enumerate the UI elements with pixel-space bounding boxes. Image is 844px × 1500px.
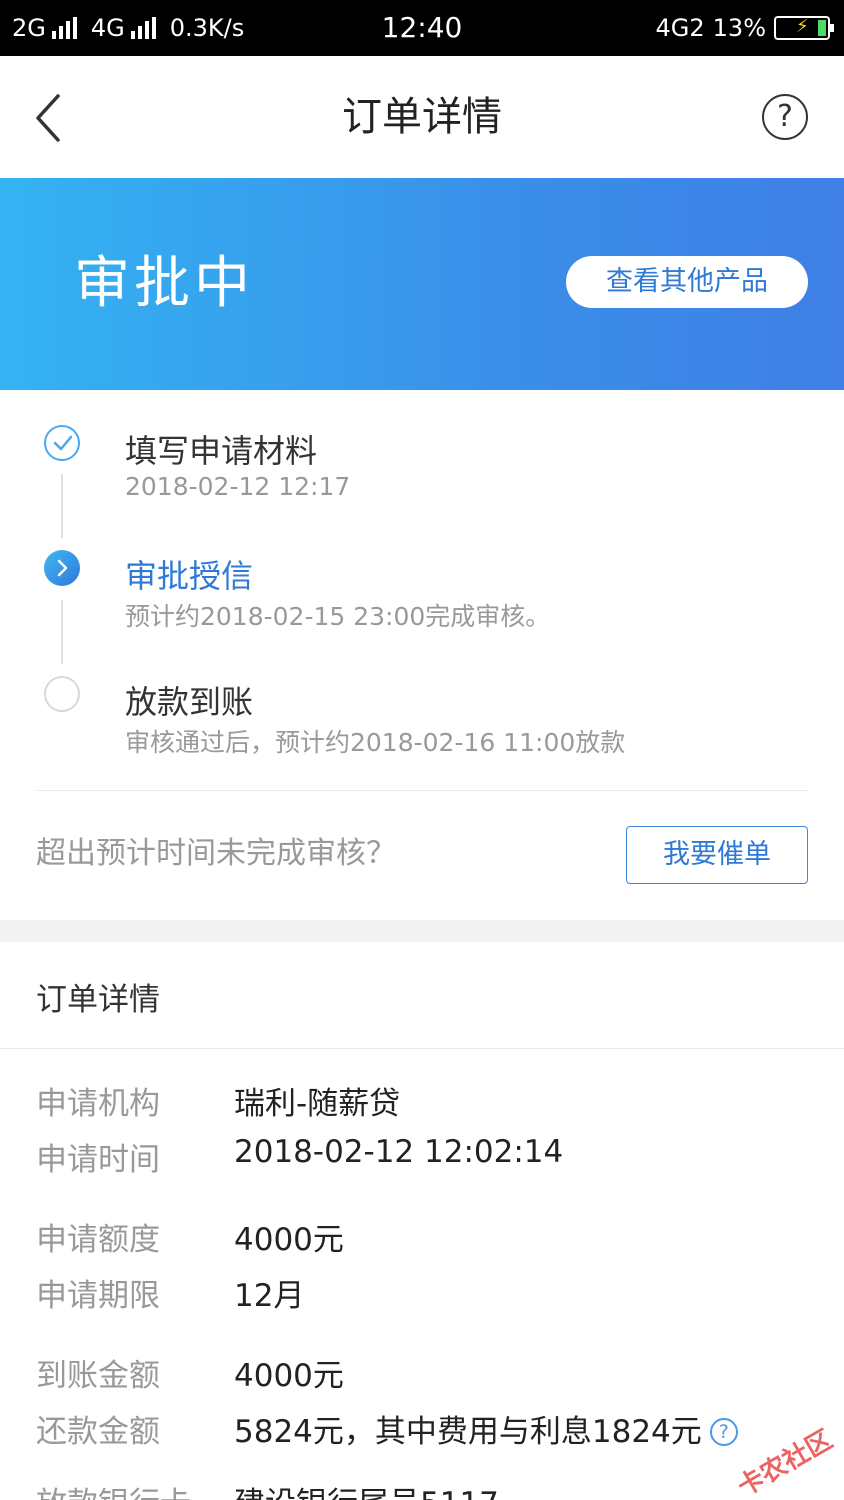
detail-row-apply-time: 申请时间 2018-02-12 12:02:14 [0, 1134, 844, 1178]
step-subtitle: 2018-02-12 12:17 [125, 472, 351, 501]
detail-row-term: 申请期限 12月 [0, 1270, 844, 1314]
step-connector [61, 474, 63, 538]
order-details: 订单详情 申请机构 瑞利-随薪贷 申请时间 2018-02-12 12:02:1… [0, 942, 844, 1500]
detail-label: 还款金额 [36, 1414, 160, 1450]
step-subtitle: 预计约2018-02-15 23:00完成审核。 [125, 602, 551, 631]
divider [36, 790, 808, 791]
status-bar: 2G 4G 0.3K/s 12:40 4G2 13% ⚡ [0, 0, 844, 56]
step-title: 放款到账 [125, 683, 254, 721]
detail-value: 2018-02-12 12:02:14 [234, 1134, 564, 1170]
detail-row-amount: 申请额度 4000元 [0, 1214, 844, 1258]
order-status: 审批中 [74, 251, 254, 316]
step-title: 填写申请材料 [125, 432, 318, 470]
section-title: 订单详情 [36, 982, 160, 1018]
detail-row-institution: 申请机构 瑞利-随薪贷 [0, 1078, 844, 1122]
page-title: 订单详情 [342, 94, 502, 140]
overdue-question: 超出预计时间未完成审核？ [36, 836, 396, 871]
detail-label: 放款银行卡 [36, 1478, 191, 1500]
step-subtitle: 审核通过后，预计约2018-02-16 11:00放款 [125, 728, 626, 757]
empty-circle-icon [44, 676, 80, 712]
divider [0, 1048, 844, 1049]
battery-icon: ⚡ [774, 16, 834, 40]
status-banner: 审批中 查看其他产品 [0, 178, 844, 390]
check-circle-icon [44, 425, 80, 461]
section-gap [0, 920, 844, 942]
question-circle-icon[interactable]: ? [709, 1418, 738, 1446]
progress-steps: 填写申请材料 2018-02-12 12:17 审批授信 预计约2018-02-… [0, 390, 844, 920]
detail-label: 申请期限 [36, 1278, 160, 1314]
step-title: 审批授信 [125, 557, 254, 595]
view-other-products-button[interactable]: 查看其他产品 [566, 256, 808, 308]
step-connector [61, 600, 63, 664]
nav-bar: 订单详情 ? [0, 56, 844, 178]
detail-value: 12月 [234, 1278, 305, 1314]
detail-value: 建设银行尾号5117 [234, 1478, 499, 1500]
status-bar-right: 4G2 13% ⚡ [655, 0, 834, 56]
detail-row-bank-card: 放款银行卡 建设银行尾号5117 [0, 1478, 844, 1500]
urge-order-button[interactable]: 我要催单 [626, 826, 808, 884]
detail-value: 4000元 [234, 1222, 344, 1258]
help-icon[interactable]: ? [762, 94, 808, 140]
detail-label: 申请额度 [36, 1222, 160, 1258]
chevron-right-circle-icon [44, 550, 80, 586]
detail-row-repayment: 还款金额 5824元，其中费用与利息1824元? [0, 1406, 844, 1450]
detail-row-received: 到账金额 4000元 [0, 1350, 844, 1394]
detail-value: 4000元 [234, 1358, 344, 1394]
detail-value-wrap: 5824元，其中费用与利息1824元? [234, 1406, 738, 1451]
network-4g2-label: 4G2 [655, 14, 705, 42]
detail-value: 瑞利-随薪贷 [234, 1086, 401, 1122]
detail-label: 到账金额 [36, 1358, 160, 1394]
battery-percent: 13% [712, 14, 766, 42]
detail-label: 申请时间 [36, 1142, 160, 1178]
detail-label: 申请机构 [36, 1086, 160, 1122]
detail-value: 5824元，其中费用与利息1824元 [234, 1414, 702, 1450]
